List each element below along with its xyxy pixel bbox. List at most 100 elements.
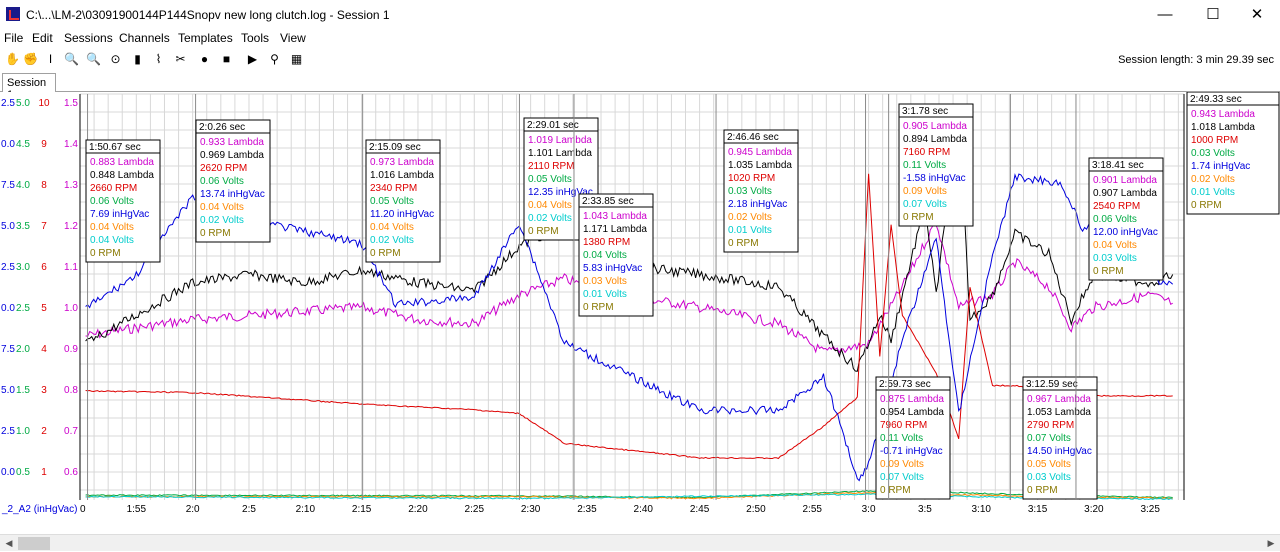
maximize-button[interactable]: ☐: [1190, 0, 1236, 30]
y-tick-label: 0.0: [1, 303, 15, 314]
cursor-value: 0 RPM: [200, 228, 231, 239]
play-icon[interactable]: ▶: [244, 51, 261, 68]
horizontal-scrollbar[interactable]: ◀ ▶: [0, 534, 1280, 551]
y-tick-label: 0.0: [1, 139, 15, 150]
cursor-value: 11.20 inHgVac: [370, 209, 434, 220]
cursor-value: 0.02 Volts: [200, 215, 244, 226]
menu-templates[interactable]: Templates: [178, 31, 233, 45]
cursor-value: 0.03 Volts: [583, 276, 627, 287]
x-tick-label: 3:20: [1084, 504, 1104, 515]
cursor-value: 1.043 Lambda: [583, 211, 647, 222]
cursor-value: -0.71 inHgVac: [880, 446, 943, 457]
cursor-value: 0.04 Volts: [1093, 240, 1137, 251]
grab-icon[interactable]: ✊: [22, 51, 39, 68]
cursor-value: 0.967 Lambda: [1027, 394, 1091, 405]
cursor-value: 0.01 Volts: [583, 289, 627, 300]
cursor-value: 0.973 Lambda: [370, 157, 434, 168]
cursor-value: 0 RPM: [1093, 266, 1124, 277]
marker-icon[interactable]: ▮: [129, 51, 146, 68]
menu-view[interactable]: View: [280, 31, 306, 45]
cursor-value: 0.05 Volts: [528, 174, 572, 185]
binoculars-icon[interactable]: ⚲: [266, 51, 283, 68]
cursor-value: 0.04 Volts: [528, 200, 572, 211]
cursor-value: 0.02 Volts: [1191, 174, 1235, 185]
cursor-value: 2790 RPM: [1027, 420, 1074, 431]
y-tick-label: 0.6: [64, 467, 78, 478]
menu-file[interactable]: File: [4, 31, 23, 45]
cursor-value: 2660 RPM: [90, 183, 137, 194]
cursor-value: 0.883 Lambda: [90, 157, 154, 168]
scroll-left-icon[interactable]: ◀: [2, 535, 16, 552]
y-tick-label: 4: [41, 344, 47, 355]
x-axis-channel-label: _2_A2 (inHgVac): [1, 504, 77, 515]
cursor-value: 1.74 inHgVac: [1191, 161, 1250, 172]
cursor-value: 14.50 inHgVac: [1027, 446, 1092, 457]
y-tick-label: 10: [38, 98, 50, 109]
stop-icon[interactable]: ■: [218, 51, 235, 68]
chart-icon[interactable]: ⌇: [150, 51, 167, 68]
cursor-value: 0 RPM: [528, 226, 559, 237]
menu-tools[interactable]: Tools: [241, 31, 269, 45]
y-tick-label: 0.7: [64, 426, 78, 437]
zoom-out-icon[interactable]: 🔍: [85, 51, 102, 68]
menu-edit[interactable]: Edit: [32, 31, 53, 45]
y-tick-label: 0.0: [1, 467, 15, 478]
x-tick-label: 3:25: [1140, 504, 1160, 515]
cursor-value: 0.04 Volts: [90, 222, 134, 233]
y-tick-label: 1.1: [64, 262, 78, 273]
minimize-button[interactable]: —: [1142, 0, 1188, 30]
cursor-value: 0.06 Volts: [90, 196, 134, 207]
scroll-right-icon[interactable]: ▶: [1264, 535, 1278, 552]
y-tick-label: 0.5: [16, 467, 30, 478]
zoom-in-icon[interactable]: 🔍: [63, 51, 80, 68]
log-chart[interactable]: 2.50.07.55.02.50.07.55.02.50.05.04.54.03…: [0, 92, 1280, 532]
menu-channels[interactable]: Channels: [119, 31, 170, 45]
y-tick-label: 3: [41, 385, 47, 396]
y-tick-label: 4.0: [16, 180, 30, 191]
y-tick-label: 2.5: [1, 262, 15, 273]
table-icon[interactable]: ▦: [288, 51, 305, 68]
y-tick-label: 8: [41, 180, 47, 191]
y-tick-label: 1.0: [16, 426, 30, 437]
cursor-value: 0.04 Volts: [90, 235, 134, 246]
cursor-value: 12.00 inHgVac: [1093, 227, 1158, 238]
scroll-thumb[interactable]: [18, 537, 50, 550]
cursor-value: 0.943 Lambda: [1191, 109, 1255, 120]
y-tick-label: 6: [41, 262, 47, 273]
cursor-value: 0.04 Volts: [583, 250, 627, 261]
session-tabs: Session 1: [0, 72, 1280, 101]
cursor-value: 0.03 Volts: [1093, 253, 1137, 264]
y-tick-label: 2.5: [1, 98, 15, 109]
record-icon[interactable]: ●: [196, 51, 213, 68]
y-tick-label: 1.0: [64, 303, 78, 314]
clear-icon[interactable]: ✂: [172, 51, 189, 68]
y-tick-label: 5.0: [1, 221, 15, 232]
cursor-value: 1.016 Lambda: [370, 170, 434, 181]
cursor-time-label: 2:15.09 sec: [369, 142, 421, 153]
x-tick-label: 2:10: [296, 504, 316, 515]
y-tick-label: 1.3: [64, 180, 78, 191]
cursor-value: 1.171 Lambda: [583, 224, 647, 235]
menu-bar: File Edit Sessions Channels Templates To…: [0, 30, 1280, 48]
cursor-value: 0.11 Volts: [880, 433, 923, 444]
cursor-value: 0.06 Volts: [1093, 214, 1137, 225]
cursor-time-label: 2:59.73 sec: [879, 379, 931, 390]
text-cursor-icon[interactable]: I: [42, 51, 59, 68]
x-tick-label: 2:45: [690, 504, 710, 515]
cursor-value: 0.02 Volts: [528, 213, 572, 224]
x-tick-label: 2:50: [746, 504, 766, 515]
hand-icon[interactable]: ✋: [4, 51, 21, 68]
cursor-value: 0.894 Lambda: [903, 134, 967, 145]
cursor-value: 1.035 Lambda: [728, 160, 792, 171]
y-tick-label: 1.5: [64, 98, 78, 109]
cursor-value: 1.053 Lambda: [1027, 407, 1091, 418]
close-button[interactable]: ✕: [1234, 0, 1280, 30]
y-tick-label: 7: [41, 221, 47, 232]
cursor-value: 0.875 Lambda: [880, 394, 944, 405]
cursor-value: -1.58 inHgVac: [903, 173, 966, 184]
cursor-value: 1.101 Lambda: [528, 148, 592, 159]
zoom-reset-icon[interactable]: ⊙: [107, 51, 124, 68]
tab-session-1[interactable]: Session 1: [2, 73, 56, 101]
menu-sessions[interactable]: Sessions: [64, 31, 113, 45]
cursor-value: 0 RPM: [728, 238, 759, 249]
